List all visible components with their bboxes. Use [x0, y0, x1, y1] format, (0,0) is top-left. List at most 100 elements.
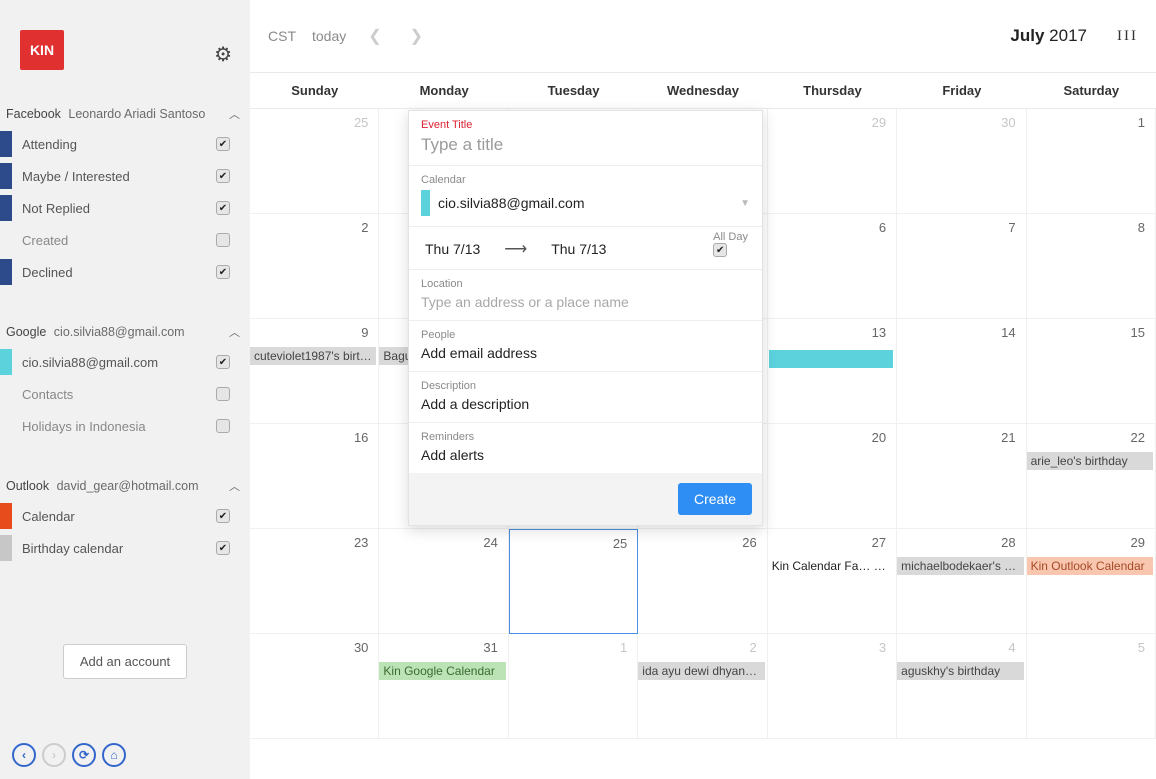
day-cell[interactable]: 1 — [1027, 109, 1156, 214]
refresh-icon[interactable]: ⟳ — [72, 743, 96, 767]
day-cell[interactable]: 30 — [897, 109, 1026, 214]
calendar-source-item[interactable]: Attending✔ — [0, 128, 250, 160]
home-icon[interactable]: ⌂ — [102, 743, 126, 767]
calendar-source-item[interactable]: Contacts✔ — [0, 378, 250, 410]
calendar-event[interactable]: cuteviolet1987's birt… — [250, 347, 376, 365]
next-arrow-icon[interactable]: ❯ — [404, 26, 429, 46]
day-cell[interactable]: 29 — [768, 109, 897, 214]
dropdown-icon: ▼ — [740, 198, 750, 209]
day-number: 13 — [872, 325, 886, 340]
day-cell[interactable]: 21 — [897, 424, 1026, 529]
day-cell[interactable]: 23 — [250, 529, 379, 634]
calendar-source-item[interactable]: Not Replied✔ — [0, 192, 250, 224]
source-checkbox[interactable]: ✔ — [216, 509, 230, 523]
timezone-label[interactable]: CST — [268, 28, 296, 44]
day-number: 4 — [1008, 640, 1015, 655]
calendar-event[interactable]: ida ayu dewi dhyana… — [638, 662, 764, 680]
day-cell[interactable]: 7 — [897, 214, 1026, 319]
calendar-source-item[interactable]: Birthday calendar✔ — [0, 532, 250, 564]
day-cell[interactable]: 16 — [250, 424, 379, 529]
source-checkbox[interactable]: ✔ — [216, 233, 230, 247]
day-cell[interactable]: 15 — [1027, 319, 1156, 424]
day-cell[interactable]: 3 — [768, 634, 897, 739]
day-number: 30 — [354, 640, 368, 655]
day-number: 15 — [1131, 325, 1145, 340]
day-cell[interactable]: 13 — [768, 319, 897, 424]
calendar-source-item[interactable]: Calendar✔ — [0, 500, 250, 532]
day-cell[interactable]: 27Kin Calendar Fa… 17:00 — [768, 529, 897, 634]
day-cell[interactable]: 5 — [1027, 634, 1156, 739]
weekday-header: SundayMondayTuesdayWednesdayThursdayFrid… — [250, 72, 1156, 109]
source-group-header[interactable]: Facebook Leonardo Ariadi Santoso︿ — [0, 100, 250, 128]
day-cell[interactable]: 26 — [638, 529, 767, 634]
calendar-event[interactable]: Kin Google Calendar — [379, 662, 505, 680]
source-group-header[interactable]: Outlook david_gear@hotmail.com︿ — [0, 472, 250, 500]
day-number: 8 — [1138, 220, 1145, 235]
prev-arrow-icon[interactable]: ❮ — [362, 26, 387, 46]
calendar-event[interactable]: aguskhy's birthday — [897, 662, 1023, 680]
calendar-source-item[interactable]: Maybe / Interested✔ — [0, 160, 250, 192]
day-number: 24 — [483, 535, 497, 550]
day-cell[interactable]: 9cuteviolet1987's birt… — [250, 319, 379, 424]
description-input[interactable]: Add a description — [421, 396, 750, 412]
calendar-source-item[interactable]: Created✔ — [0, 224, 250, 256]
settings-gear-icon[interactable]: ⚙ — [214, 42, 232, 67]
location-input[interactable]: Type an address or a place name — [421, 294, 750, 310]
day-cell[interactable]: 25 — [509, 529, 638, 634]
source-checkbox[interactable]: ✔ — [216, 541, 230, 555]
calendar-event[interactable]: michaelbodekaer's b… — [897, 557, 1023, 575]
day-cell[interactable]: 22arie_leo's birthday — [1027, 424, 1156, 529]
add-account-button[interactable]: Add an account — [63, 644, 187, 679]
sidebar: KIN ⚙ Facebook Leonardo Ariadi Santoso︿A… — [0, 0, 250, 779]
day-cell[interactable]: 8 — [1027, 214, 1156, 319]
day-cell[interactable]: 25 — [250, 109, 379, 214]
day-number: 28 — [1001, 535, 1015, 550]
source-checkbox[interactable]: ✔ — [216, 201, 230, 215]
bottom-nav: ‹ › ⟳ ⌂ — [12, 743, 126, 767]
day-cell[interactable]: 20 — [768, 424, 897, 529]
source-checkbox[interactable]: ✔ — [216, 419, 230, 433]
view-menu-icon[interactable]: III — [1117, 28, 1138, 45]
source-item-label: cio.silvia88@gmail.com — [22, 355, 216, 370]
weekday-label: Sunday — [250, 73, 379, 108]
day-number: 29 — [872, 115, 886, 130]
people-input[interactable]: Add email address — [421, 345, 750, 361]
day-cell[interactable]: 4 aguskhy's birthday — [897, 634, 1026, 739]
calendar-source-item[interactable]: Holidays in Indonesia✔ — [0, 410, 250, 442]
create-button[interactable]: Create — [678, 483, 752, 515]
day-cell[interactable]: 29Kin Outlook Calendar — [1027, 529, 1156, 634]
reminders-input[interactable]: Add alerts — [421, 447, 750, 463]
day-cell[interactable]: 28 michaelbodekaer's b… — [897, 529, 1026, 634]
day-cell[interactable]: 2ida ayu dewi dhyana… — [638, 634, 767, 739]
day-cell[interactable]: 1 — [509, 634, 638, 739]
source-checkbox[interactable]: ✔ — [216, 265, 230, 279]
source-checkbox[interactable]: ✔ — [216, 387, 230, 401]
day-cell[interactable]: 31Kin Google Calendar — [379, 634, 508, 739]
allday-checkbox[interactable]: ✔ — [713, 243, 727, 257]
source-checkbox[interactable]: ✔ — [216, 169, 230, 183]
calendar-event[interactable]: Kin Calendar Fa… 17:00 — [768, 557, 894, 575]
source-group-header[interactable]: Google cio.silvia88@gmail.com︿ — [0, 318, 250, 346]
source-item-label: Contacts — [22, 387, 216, 402]
back-icon[interactable]: ‹ — [12, 743, 36, 767]
calendar-event[interactable]: arie_leo's birthday — [1027, 452, 1153, 470]
color-swatch — [0, 349, 12, 375]
day-cell[interactable]: 24 — [379, 529, 508, 634]
today-button[interactable]: today — [312, 28, 346, 44]
calendar-event[interactable]: Kin Outlook Calendar — [1027, 557, 1153, 575]
day-number: 21 — [1001, 430, 1015, 445]
source-checkbox[interactable]: ✔ — [216, 355, 230, 369]
event-highlight[interactable] — [769, 350, 893, 368]
source-checkbox[interactable]: ✔ — [216, 137, 230, 151]
calendar-select[interactable]: cio.silvia88@gmail.com ▼ — [421, 190, 750, 216]
day-cell[interactable]: 14 — [897, 319, 1026, 424]
calendar-source-item[interactable]: cio.silvia88@gmail.com✔ — [0, 346, 250, 378]
date-to[interactable]: Thu 7/13 — [551, 241, 606, 257]
day-cell[interactable]: 2 — [250, 214, 379, 319]
date-from[interactable]: Thu 7/13 — [425, 241, 480, 257]
day-cell[interactable]: 30 — [250, 634, 379, 739]
calendar-source-item[interactable]: Declined✔ — [0, 256, 250, 288]
day-cell[interactable]: 6 — [768, 214, 897, 319]
event-title-input[interactable] — [421, 135, 750, 155]
day-number: 14 — [1001, 325, 1015, 340]
